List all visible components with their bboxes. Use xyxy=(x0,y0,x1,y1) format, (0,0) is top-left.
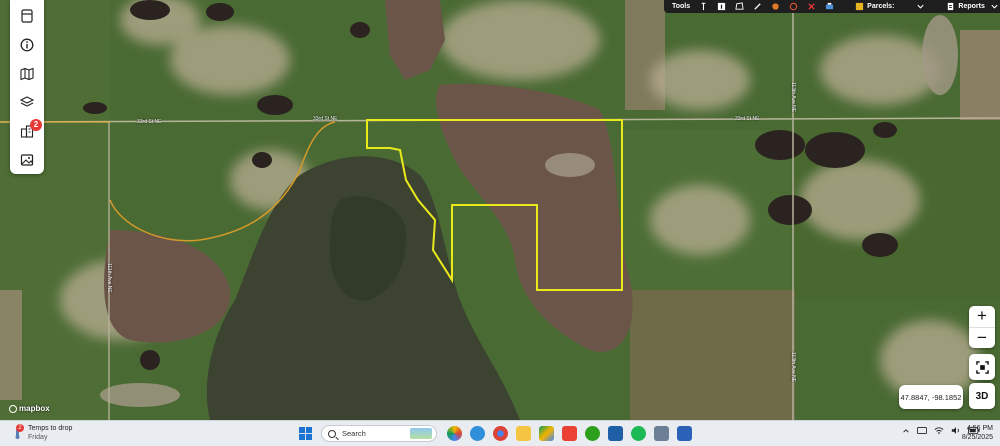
weather-badge: 2 xyxy=(16,424,24,432)
map-imagery xyxy=(0,0,1000,420)
road-label: 113th Ave NE xyxy=(790,352,796,383)
weather-widget[interactable]: 2 Temps to drop Friday xyxy=(12,424,72,442)
parcels-icon xyxy=(856,2,864,11)
info-icon xyxy=(20,38,34,52)
chevron-up-icon[interactable] xyxy=(902,427,910,435)
zoom-out-button[interactable]: − xyxy=(969,328,995,349)
road-label: 111th Ave NE xyxy=(106,263,112,293)
map-icon xyxy=(20,67,34,80)
search-highlight-image xyxy=(410,428,432,439)
layers-panel-icon xyxy=(21,9,33,23)
image-icon xyxy=(20,154,34,166)
quickbooks-icon[interactable] xyxy=(585,426,600,441)
parcels-label: Parcels: xyxy=(867,3,895,10)
app-icon[interactable] xyxy=(677,426,692,441)
reports-icon xyxy=(948,2,954,11)
draw-polygon-tool[interactable] xyxy=(735,0,744,13)
search-placeholder: Search xyxy=(342,429,366,438)
chrome-icon[interactable] xyxy=(493,426,508,441)
taskbar-search[interactable]: Search xyxy=(321,425,437,442)
mapbox-label: mapbox xyxy=(19,404,50,413)
layers-icon xyxy=(20,96,34,107)
edge-icon[interactable] xyxy=(470,426,485,441)
road-label: 33rd St NE xyxy=(137,119,162,125)
taskbar-apps: Search xyxy=(298,425,700,442)
google-drive-icon[interactable] xyxy=(539,426,554,441)
target-tool[interactable] xyxy=(789,0,798,13)
weather-title: Temps to drop xyxy=(28,425,73,432)
tools-menu[interactable]: Tools xyxy=(672,0,690,13)
road-label: 33rd St NE xyxy=(313,116,338,122)
taskbar: 2 Temps to drop Friday Search 4:56 PM 8/… xyxy=(0,420,1000,446)
mapbox-attribution[interactable]: mapbox xyxy=(9,404,50,413)
app-window-icon[interactable] xyxy=(608,426,623,441)
chevron-down-icon xyxy=(991,4,998,9)
tools-label: Tools xyxy=(672,3,691,10)
draw-line-tool[interactable] xyxy=(753,0,762,13)
imagery-button[interactable] xyxy=(13,147,41,172)
fullscreen-button[interactable] xyxy=(969,354,995,380)
clock-time: 4:56 PM xyxy=(966,425,993,432)
pin-icon xyxy=(701,2,706,11)
calculator-icon[interactable] xyxy=(654,426,669,441)
copilot-icon[interactable] xyxy=(447,426,462,441)
info-square-icon xyxy=(718,2,726,11)
layers-panel-button[interactable] xyxy=(13,4,41,29)
search-icon xyxy=(328,429,336,438)
info-button[interactable] xyxy=(13,33,41,58)
basemap-button[interactable] xyxy=(13,61,41,86)
printer-icon xyxy=(826,2,834,10)
fullscreen-icon xyxy=(975,360,989,374)
delete-tool[interactable] xyxy=(807,0,816,13)
weather-subtitle: Friday xyxy=(28,434,48,441)
chevron-down-icon xyxy=(917,4,924,9)
windows-icon xyxy=(299,427,312,440)
view-3d-button[interactable]: 3D xyxy=(969,383,995,409)
layers-button[interactable] xyxy=(13,90,41,115)
keyboard-icon[interactable] xyxy=(917,426,927,435)
measure-tool[interactable] xyxy=(699,0,708,13)
target-icon xyxy=(789,2,798,11)
system-clock[interactable]: 4:56 PM 8/25/2025 xyxy=(957,424,993,442)
scissors-icon xyxy=(808,3,815,10)
notification-badge: 2 xyxy=(30,118,42,131)
polygon-icon xyxy=(735,2,744,10)
zoom-control: + − xyxy=(969,306,995,348)
clock-date: 8/25/2025 xyxy=(961,434,993,441)
app-icon[interactable] xyxy=(562,426,577,441)
buildings-button[interactable]: 2 xyxy=(13,118,42,144)
parcels-menu[interactable]: Parcels: xyxy=(855,0,925,13)
weather-icon: 2 xyxy=(12,424,24,439)
file-explorer-icon[interactable] xyxy=(516,426,531,441)
coordinates-readout: 47.8847, -98.1852 xyxy=(899,385,963,409)
info-tool[interactable] xyxy=(717,0,726,13)
road-label: 113th Ave NE xyxy=(790,82,796,113)
start-button[interactable] xyxy=(298,426,313,441)
print-tool[interactable] xyxy=(825,0,834,13)
pencil-icon xyxy=(754,3,761,10)
reports-menu[interactable]: Reports xyxy=(946,0,998,13)
mapbox-logo-icon xyxy=(9,404,17,413)
marker-icon xyxy=(772,3,779,10)
top-toolbar: Tools Parcels: Reports xyxy=(664,0,1000,13)
wifi-icon[interactable] xyxy=(934,426,944,435)
left-toolbar: 2 xyxy=(10,0,44,174)
marker-tool[interactable] xyxy=(771,0,780,13)
satellite-map[interactable]: 33rd St NE 33rd St NE 33rd St NE 111th A… xyxy=(0,0,1000,420)
road-label: 33rd St NE xyxy=(735,116,760,122)
zoom-in-button[interactable]: + xyxy=(969,306,995,328)
spotify-icon[interactable] xyxy=(631,426,646,441)
reports-label: Reports xyxy=(958,3,985,10)
